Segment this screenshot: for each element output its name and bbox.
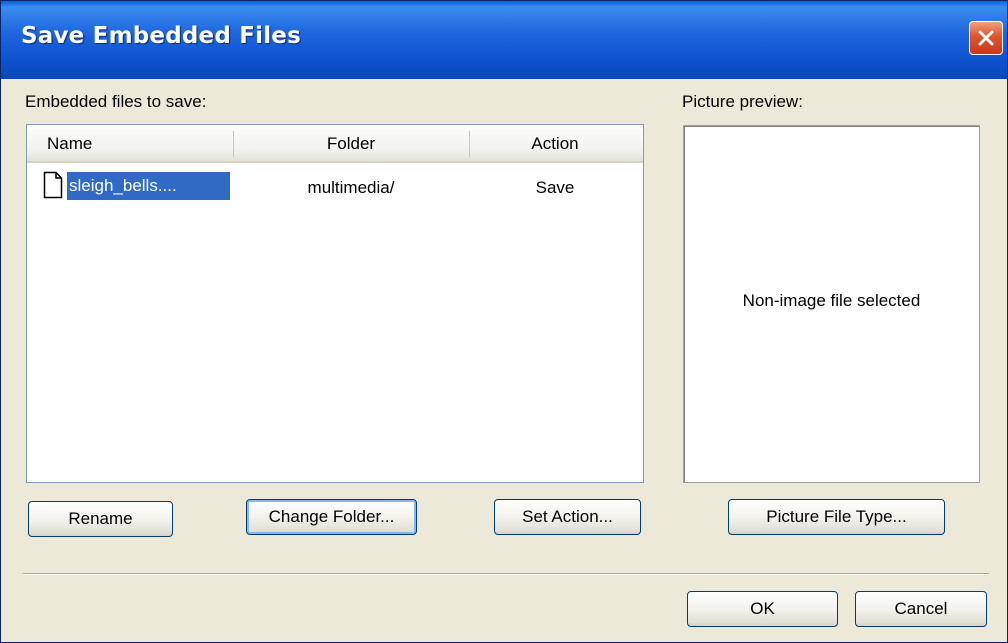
picture-preview-box: Non-image file selected [683,125,980,483]
column-header-action[interactable]: Action [469,125,641,161]
title-bar[interactable]: Save Embedded Files [1,1,1007,79]
rename-button[interactable]: Rename [28,501,173,537]
change-folder-button[interactable]: Change Folder... [246,499,417,535]
cancel-button[interactable]: Cancel [855,591,987,627]
embedded-files-label: Embedded files to save: [25,92,207,111]
folder-cell: multimedia/ [307,178,395,197]
preview-message: Non-image file selected [742,291,921,310]
list-header: Name Folder Action [27,125,643,163]
picture-preview-label: Picture preview: [682,92,803,111]
close-icon [978,30,994,46]
picture-file-type-button[interactable]: Picture File Type... [728,499,945,535]
document-icon [43,171,63,199]
file-name-cell[interactable]: sleigh_bells.... [67,172,230,200]
set-action-button[interactable]: Set Action... [494,499,641,535]
dialog-title: Save Embedded Files [21,23,301,49]
action-cell: Save [535,178,575,197]
save-embedded-files-dialog: Save Embedded Files Embedded files to sa… [0,0,1008,643]
dialog-separator [23,573,989,575]
column-header-folder[interactable]: Folder [233,125,469,161]
close-button[interactable] [969,21,1003,55]
column-header-name[interactable]: Name [47,125,92,161]
ok-button[interactable]: OK [687,591,838,627]
embedded-files-list[interactable]: Name Folder Action sleigh_bells.... mult… [26,124,644,483]
